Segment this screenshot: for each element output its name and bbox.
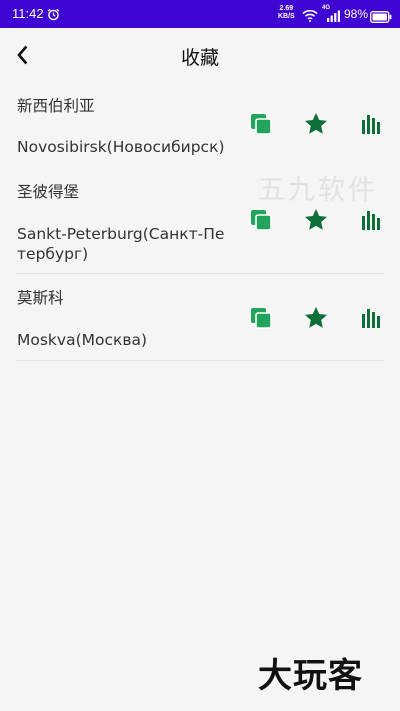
star-icon: [303, 111, 329, 141]
network-speed-unit: KB/S: [278, 13, 295, 20]
city-name-cn: 莫斯科: [17, 289, 64, 307]
list-item: 莫斯科 Moskva(Москва): [0, 274, 400, 361]
copy-button[interactable]: [247, 112, 275, 140]
signal-icon: [327, 7, 341, 26]
city-name-cn: 新西伯利亚: [17, 97, 95, 115]
network-speed-value: 2.69: [279, 5, 294, 12]
stats-button[interactable]: [357, 306, 385, 334]
copy-icon: [248, 111, 274, 141]
alarm-icon: [47, 6, 60, 25]
favorite-button[interactable]: [302, 112, 330, 140]
favorite-button[interactable]: [302, 306, 330, 334]
copy-icon: [248, 305, 274, 335]
status-time: 11:42: [12, 6, 44, 21]
favorite-button[interactable]: [302, 208, 330, 236]
stats-button[interactable]: [357, 208, 385, 236]
copy-button[interactable]: [247, 306, 275, 334]
app-bar: 收藏: [0, 28, 400, 82]
battery-icon: [370, 8, 392, 27]
city-name-en: Sankt-Peterburg(Санкт-Петербург): [17, 225, 225, 263]
stats-button[interactable]: [357, 112, 385, 140]
star-icon: [303, 305, 329, 335]
favorites-list: 新西伯利亚 Novosibirsk(Новосибирск) 圣彼得堡 Sank…: [0, 82, 400, 361]
divider: [16, 360, 384, 361]
bar-chart-icon: [358, 305, 384, 335]
city-name-en: Novosibirsk(Новосибирск): [17, 138, 225, 156]
bar-chart-icon: [358, 111, 384, 141]
list-item: 新西伯利亚 Novosibirsk(Новосибирск): [0, 82, 400, 168]
star-icon: [303, 207, 329, 237]
battery-percent: 98%: [344, 7, 369, 21]
network-speed: 2.69 KB/S: [278, 5, 295, 21]
brand-logo: 大玩客: [258, 656, 363, 696]
page-title: 收藏: [180, 47, 219, 69]
city-name-cn: 圣彼得堡: [17, 183, 80, 201]
status-bar: 11:42 2.69 KB/S 4G 98%: [0, 0, 400, 28]
copy-button[interactable]: [247, 208, 275, 236]
bar-chart-icon: [358, 207, 384, 237]
watermark: 五九软件: [258, 175, 378, 206]
wifi-icon: [302, 7, 318, 26]
city-name-en: Moskva(Москва): [17, 331, 148, 349]
copy-icon: [248, 207, 274, 237]
